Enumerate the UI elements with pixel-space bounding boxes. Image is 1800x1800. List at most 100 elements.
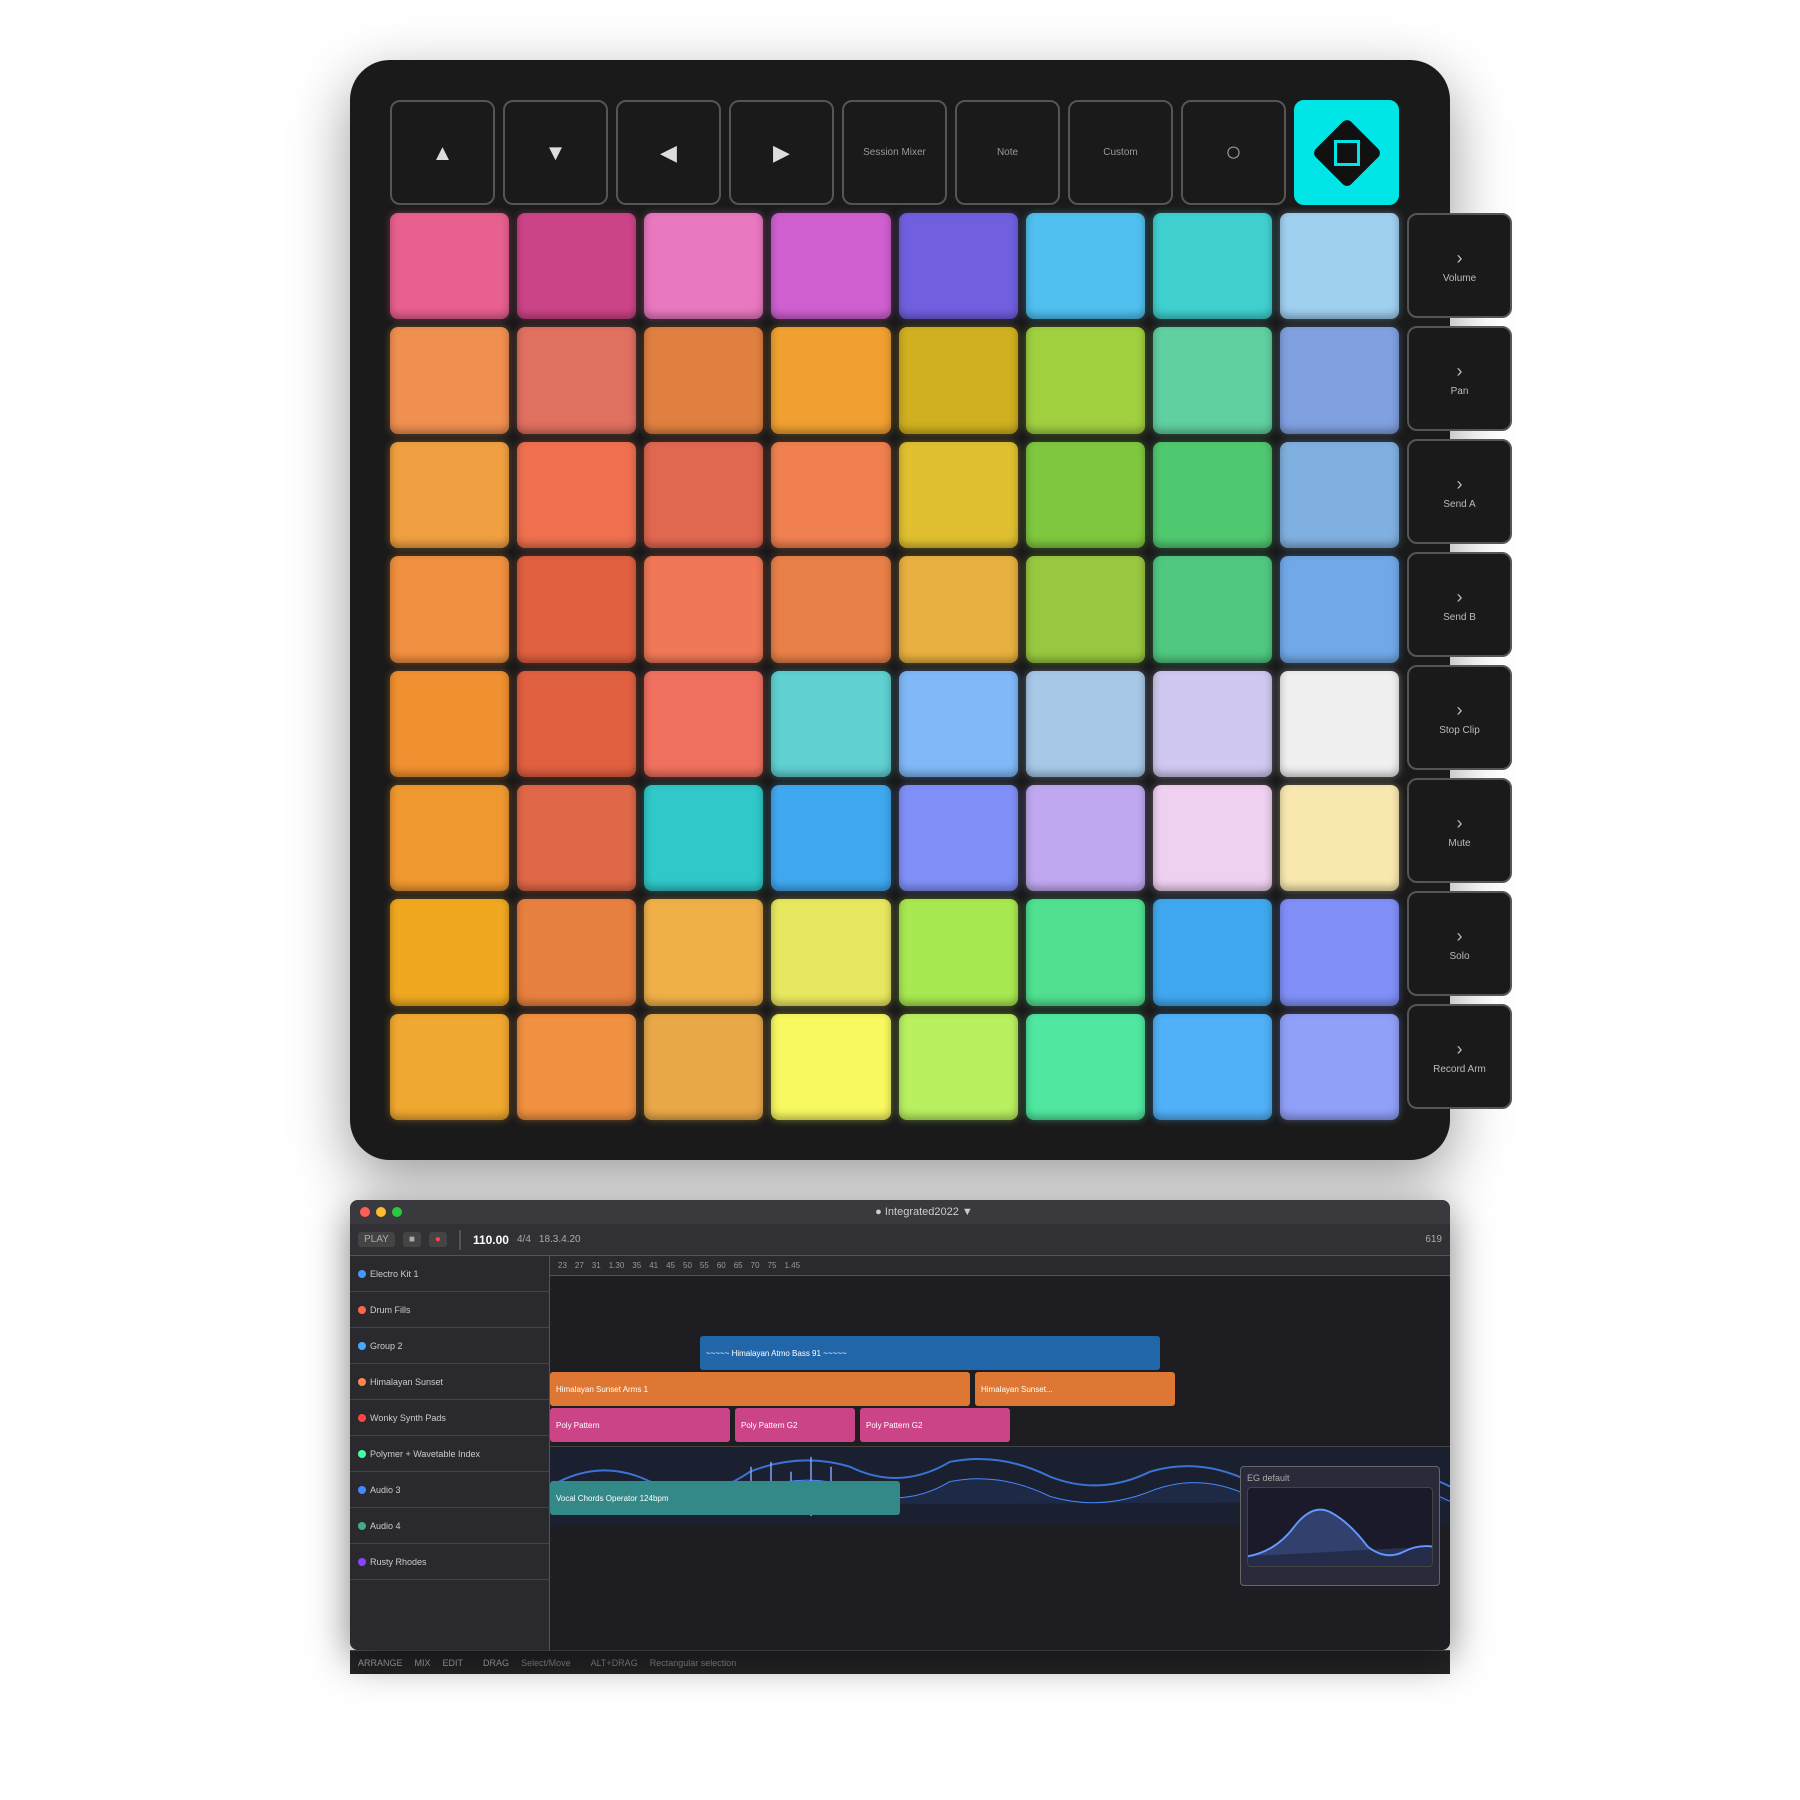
pad-51[interactable] [771, 899, 890, 1005]
pad-44[interactable] [899, 785, 1018, 891]
track-3[interactable]: Himalayan Sunset [350, 1364, 549, 1400]
track-7[interactable]: Audio 4 [350, 1508, 549, 1544]
right-btn-send-a[interactable]: ›Send A [1407, 439, 1512, 544]
pad-10[interactable] [644, 327, 763, 433]
pad-17[interactable] [517, 442, 636, 548]
right-btn-record-arm[interactable]: ›Record Arm [1407, 1004, 1512, 1109]
minimize-icon[interactable] [376, 1207, 386, 1217]
pad-61[interactable] [1026, 1014, 1145, 1120]
pad-14[interactable] [1153, 327, 1272, 433]
session-button[interactable]: Session Mixer [842, 100, 947, 205]
pad-5[interactable] [1026, 213, 1145, 319]
pad-33[interactable] [517, 671, 636, 777]
nav-up-button[interactable]: ▲ [390, 100, 495, 205]
pad-49[interactable] [517, 899, 636, 1005]
pad-13[interactable] [1026, 327, 1145, 433]
pad-19[interactable] [771, 442, 890, 548]
pad-8[interactable] [390, 327, 509, 433]
right-btn-volume[interactable]: ›Volume [1407, 213, 1512, 318]
pad-60[interactable] [899, 1014, 1018, 1120]
pad-22[interactable] [1153, 442, 1272, 548]
pad-36[interactable] [899, 671, 1018, 777]
pad-21[interactable] [1026, 442, 1145, 548]
pad-4[interactable] [899, 213, 1018, 319]
track-2[interactable]: Group 2 [350, 1328, 549, 1364]
pad-16[interactable] [390, 442, 509, 548]
capture-midi-button[interactable] [1294, 100, 1399, 205]
pad-59[interactable] [771, 1014, 890, 1120]
nav-down-button[interactable]: ▼ [503, 100, 608, 205]
record-button[interactable]: ● [429, 1232, 447, 1247]
pad-27[interactable] [771, 556, 890, 662]
pad-30[interactable] [1153, 556, 1272, 662]
clip-poly-pattern-2[interactable]: Poly Pattern G2 [735, 1408, 855, 1442]
pad-15[interactable] [1280, 327, 1399, 433]
pad-43[interactable] [771, 785, 890, 891]
pad-1[interactable] [517, 213, 636, 319]
clip-poly-pattern-3[interactable]: Poly Pattern G2 [860, 1408, 1010, 1442]
right-btn-mute[interactable]: ›Mute [1407, 778, 1512, 883]
pad-28[interactable] [899, 556, 1018, 662]
pad-12[interactable] [899, 327, 1018, 433]
right-btn-solo[interactable]: ›Solo [1407, 891, 1512, 996]
pad-63[interactable] [1280, 1014, 1399, 1120]
pad-24[interactable] [390, 556, 509, 662]
pad-2[interactable] [644, 213, 763, 319]
pad-26[interactable] [644, 556, 763, 662]
pad-40[interactable] [390, 785, 509, 891]
track-0[interactable]: Electro Kit 1 [350, 1256, 549, 1292]
pad-53[interactable] [1026, 899, 1145, 1005]
pad-47[interactable] [1280, 785, 1399, 891]
track-6[interactable]: Audio 3 [350, 1472, 549, 1508]
clip-poly-pattern[interactable]: Poly Pattern [550, 1408, 730, 1442]
pad-37[interactable] [1026, 671, 1145, 777]
right-btn-send-b[interactable]: ›Send B [1407, 552, 1512, 657]
pad-25[interactable] [517, 556, 636, 662]
pad-55[interactable] [1280, 899, 1399, 1005]
pad-57[interactable] [517, 1014, 636, 1120]
nav-right-button[interactable]: ▶ [729, 100, 834, 205]
track-5[interactable]: Polymer + Wavetable Index [350, 1436, 549, 1472]
track-4[interactable]: Wonky Synth Pads [350, 1400, 549, 1436]
pad-23[interactable] [1280, 442, 1399, 548]
nav-left-button[interactable]: ◀ [616, 100, 721, 205]
pad-41[interactable] [517, 785, 636, 891]
pad-45[interactable] [1026, 785, 1145, 891]
track-1[interactable]: Drum Fills [350, 1292, 549, 1328]
pad-3[interactable] [771, 213, 890, 319]
pad-50[interactable] [644, 899, 763, 1005]
circle-button[interactable]: ○ [1181, 100, 1286, 205]
stop-button[interactable]: ■ [403, 1232, 421, 1247]
pad-54[interactable] [1153, 899, 1272, 1005]
pad-39[interactable] [1280, 671, 1399, 777]
right-btn-pan[interactable]: ›Pan [1407, 326, 1512, 431]
close-icon[interactable] [360, 1207, 370, 1217]
pad-62[interactable] [1153, 1014, 1272, 1120]
clip-himalayan-sunset-2[interactable]: Himalayan Sunset... [975, 1372, 1175, 1406]
pad-38[interactable] [1153, 671, 1272, 777]
eq-popup[interactable]: EG default [1240, 1466, 1440, 1586]
arrange-tab[interactable]: ARRANGE [358, 1658, 403, 1668]
pad-9[interactable] [517, 327, 636, 433]
pad-18[interactable] [644, 442, 763, 548]
pad-31[interactable] [1280, 556, 1399, 662]
mix-tab[interactable]: MIX [415, 1658, 431, 1668]
pad-35[interactable] [771, 671, 890, 777]
pad-52[interactable] [899, 899, 1018, 1005]
edit-tab[interactable]: EDIT [443, 1658, 464, 1668]
pad-42[interactable] [644, 785, 763, 891]
clip-himalayan-atmo[interactable]: ~~~~~ Himalayan Atmo Bass 91 ~~~~~ [700, 1336, 1160, 1370]
pad-20[interactable] [899, 442, 1018, 548]
pad-0[interactable] [390, 213, 509, 319]
pad-29[interactable] [1026, 556, 1145, 662]
right-btn-stop-clip[interactable]: ›Stop Clip [1407, 665, 1512, 770]
note-button[interactable]: Note [955, 100, 1060, 205]
pad-34[interactable] [644, 671, 763, 777]
custom-button[interactable]: Custom [1068, 100, 1173, 205]
pad-32[interactable] [390, 671, 509, 777]
pad-58[interactable] [644, 1014, 763, 1120]
pad-48[interactable] [390, 899, 509, 1005]
clip-vocal-chords[interactable]: Vocal Chords Operator 124bpm [550, 1481, 900, 1515]
clip-himalayan-sunset[interactable]: Himalayan Sunset Arms 1 [550, 1372, 970, 1406]
pad-7[interactable] [1280, 213, 1399, 319]
